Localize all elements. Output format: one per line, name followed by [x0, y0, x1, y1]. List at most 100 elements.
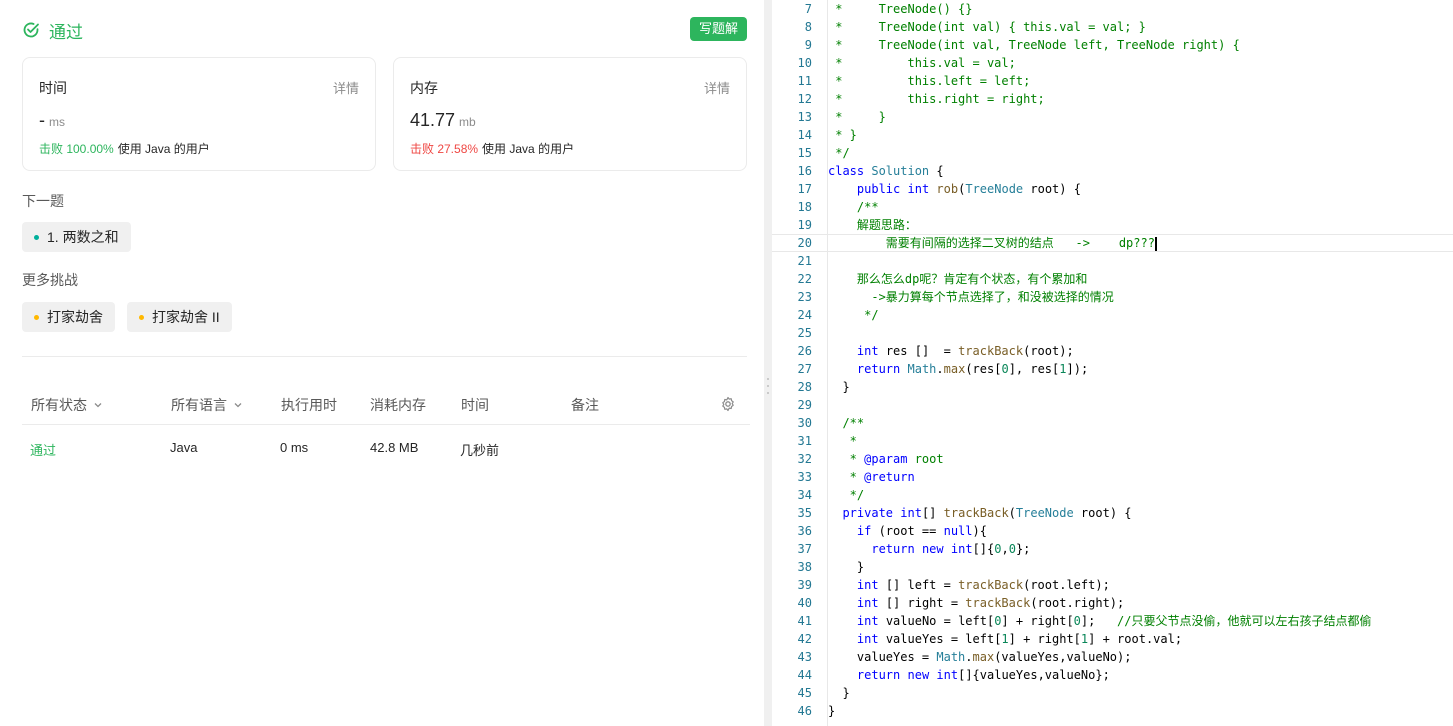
line-number: 9	[804, 38, 812, 52]
line-number: 36	[797, 524, 812, 538]
code-line[interactable]: 16 class Solution {	[772, 162, 1453, 180]
code-line[interactable]: 42 int valueYes = left[1] + right[1] + r…	[772, 630, 1453, 648]
code-line[interactable]: 13 * }	[772, 108, 1453, 126]
line-number: 21	[797, 254, 812, 268]
line-number: 24	[797, 308, 812, 322]
code-text: /**	[828, 416, 865, 430]
code-text: 那么怎么dp呢？肯定有个状态，有个累加和	[828, 272, 1088, 286]
code-line[interactable]: 46}	[772, 702, 1453, 720]
code-text: * }	[828, 128, 857, 142]
row-time: 几秒前	[460, 443, 500, 458]
grip-icon	[767, 378, 769, 394]
code-line[interactable]: 30 /**	[772, 414, 1453, 432]
code-text: return Math.max(res[0], res[1]);	[856, 362, 1089, 376]
code-text: * TreeNode(int val) { this.val = val; }	[828, 20, 1146, 34]
code-line[interactable]: 11 * this.left = left;	[772, 72, 1453, 90]
line-number: 27	[797, 362, 812, 376]
memory-detail-link[interactable]: 详情	[704, 78, 730, 97]
code-line[interactable]: 23 ->暴力算每个节点选择了，和没被选择的情况	[772, 288, 1453, 306]
challenge-chip-house-robber[interactable]: 打家劫舍	[22, 302, 115, 332]
code-line[interactable]: 7 * TreeNode() {}	[772, 0, 1453, 18]
next-problem-chip[interactable]: 1. 两数之和	[22, 222, 131, 252]
code-line[interactable]: 28 }	[772, 378, 1453, 396]
line-number: 22	[797, 272, 812, 286]
code-line[interactable]: 21	[772, 252, 1453, 270]
more-challenges-label: 更多挑战	[22, 272, 78, 288]
code-line[interactable]: 37 return new int[]{0,0};	[772, 540, 1453, 558]
filter-status-dropdown[interactable]: 所有状态	[31, 395, 103, 415]
check-circle-icon	[22, 21, 40, 39]
code-text: }	[828, 704, 836, 718]
row-memory: 42.8 MB	[370, 440, 419, 455]
submissions-table-header: 所有状态 所有语言 执行用时 消耗内存 时间 备注	[22, 385, 750, 425]
code-line[interactable]: 27 return Math.max(res[0], res[1]);	[772, 360, 1453, 378]
line-number: 42	[797, 632, 812, 646]
code-line[interactable]: 45 }	[772, 684, 1453, 702]
code-line[interactable]: 32 * @param root	[772, 450, 1453, 468]
memory-card-title: 内存	[410, 80, 438, 96]
line-number: 11	[797, 74, 812, 88]
line-number: 7	[804, 2, 812, 16]
code-line[interactable]: 41 int valueNo = left[0] + right[0]; //只…	[772, 612, 1453, 630]
gear-icon[interactable]	[720, 396, 736, 412]
filter-language-dropdown[interactable]: 所有语言	[171, 395, 243, 415]
code-line[interactable]: 43 valueYes = Math.max(valueYes,valueNo)…	[772, 648, 1453, 666]
text-cursor	[1154, 236, 1157, 251]
line-number: 30	[797, 416, 812, 430]
code-line[interactable]: 9 * TreeNode(int val, TreeNode left, Tre…	[772, 36, 1453, 54]
code-text: int res [] = trackBack(root);	[856, 344, 1074, 358]
code-line[interactable]: 17 public int rob(TreeNode root) {	[772, 180, 1453, 198]
line-number: 34	[797, 488, 812, 502]
code-text: *	[828, 434, 857, 448]
code-line[interactable]: 34 */	[772, 486, 1453, 504]
code-line[interactable]: 18 /**	[772, 198, 1453, 216]
code-line[interactable]: 12 * this.right = right;	[772, 90, 1453, 108]
code-text: 需要有间隔的选择二叉树的结点 -> dp???	[828, 236, 1157, 251]
line-number: 32	[797, 452, 812, 466]
col-note: 备注	[571, 397, 599, 413]
status-title: 通过	[49, 22, 83, 42]
code-text: private int[] trackBack(TreeNode root) {	[842, 506, 1132, 520]
write-solution-button[interactable]: 写题解	[689, 17, 747, 41]
code-text: }	[828, 380, 850, 394]
chevron-down-icon	[94, 403, 102, 408]
code-line[interactable]: 44 return new int[]{valueYes,valueNo};	[772, 666, 1453, 684]
code-line[interactable]: 24 */	[772, 306, 1453, 324]
code-line[interactable]: 33 * @return	[772, 468, 1453, 486]
code-text: if (root == null){	[856, 524, 987, 538]
challenge-chip-house-robber-ii[interactable]: 打家劫舍 II	[127, 302, 232, 332]
memory-card: 内存 详情 41.77 mb 击败 27.58% 使用 Java 的用户	[393, 57, 747, 171]
code-text: * this.right = right;	[828, 92, 1045, 106]
code-text: int [] left = trackBack(root.left);	[856, 578, 1110, 592]
code-text: */	[828, 146, 850, 160]
code-line[interactable]: 29	[772, 396, 1453, 414]
code-line[interactable]: 26 int res [] = trackBack(root);	[772, 342, 1453, 360]
code-editor[interactable]: 7 * TreeNode() {} 8 * TreeNode(int val) {…	[772, 0, 1453, 726]
row-status-link[interactable]: 通过	[30, 440, 56, 459]
code-text: * TreeNode() {}	[828, 2, 973, 16]
runtime-detail-link[interactable]: 详情	[333, 78, 359, 97]
code-line[interactable]: 25	[772, 324, 1453, 342]
col-memory: 消耗内存	[370, 397, 426, 413]
code-text: ->暴力算每个节点选择了，和没被选择的情况	[828, 290, 1114, 304]
code-line[interactable]: 20 需要有间隔的选择二叉树的结点 -> dp???	[772, 234, 1453, 252]
code-line[interactable]: 15 */	[772, 144, 1453, 162]
line-number: 35	[797, 506, 812, 520]
code-line[interactable]: 19 解题思路：	[772, 216, 1453, 234]
code-line[interactable]: 31 *	[772, 432, 1453, 450]
code-line[interactable]: 8 * TreeNode(int val) { this.val = val; …	[772, 18, 1453, 36]
code-line[interactable]: 10 * this.val = val;	[772, 54, 1453, 72]
code-line[interactable]: 40 int [] right = trackBack(root.right);	[772, 594, 1453, 612]
code-line[interactable]: 22 那么怎么dp呢？肯定有个状态，有个累加和	[772, 270, 1453, 288]
code-line[interactable]: 39 int [] left = trackBack(root.left);	[772, 576, 1453, 594]
code-text: public int rob(TreeNode root) {	[856, 182, 1081, 196]
line-number: 37	[797, 542, 812, 556]
memory-beat-text: 击败 27.58% 使用 Java 的用户	[410, 142, 575, 156]
code-line[interactable]: 14 * }	[772, 126, 1453, 144]
runtime-beat-text: 击败 100.00% 使用 Java 的用户	[39, 142, 210, 156]
code-line[interactable]: 38 }	[772, 558, 1453, 576]
code-line[interactable]: 36 if (root == null){	[772, 522, 1453, 540]
code-line[interactable]: 35 private int[] trackBack(TreeNode root…	[772, 504, 1453, 522]
panel-resize-handle[interactable]	[764, 0, 772, 726]
line-number: 28	[797, 380, 812, 394]
